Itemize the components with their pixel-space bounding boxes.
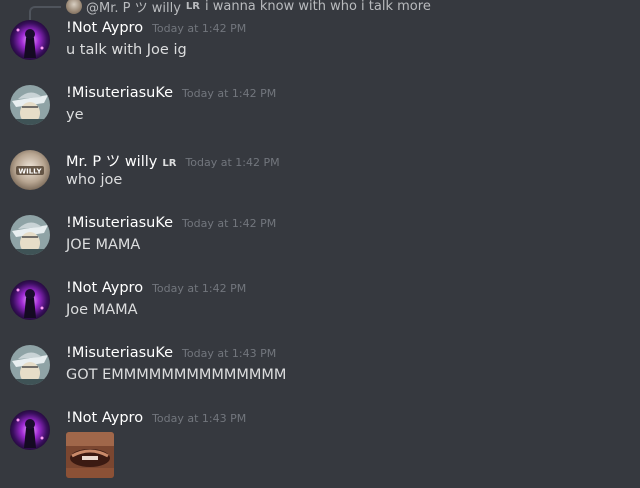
anime-hat-avatar[interactable] [10, 215, 50, 255]
message-text: Joe MAMA [66, 302, 138, 318]
message-author[interactable]: Mr. P ツ willy [66, 150, 157, 171]
reply-text[interactable]: i wanna know with who i talk more [205, 0, 431, 14]
galaxy-avatar[interactable] [10, 280, 50, 320]
image-attachment[interactable] [66, 432, 114, 478]
message: !Not Aypro Today at 1:43 PM [0, 410, 640, 482]
reply-connector [29, 6, 61, 20]
message-author[interactable]: !Not Aypro [66, 410, 143, 426]
message: !Not Aypro Today at 1:42 PM u talk with … [0, 20, 640, 80]
message: WILLY Mr. P ツ willy LR Today at 1:42 PM … [0, 150, 640, 210]
message-timestamp: Today at 1:43 PM [182, 347, 277, 360]
message: !Not Aypro Today at 1:42 PM Joe MAMA [0, 280, 640, 340]
reply-preview[interactable]: @Mr. P ツ willy LR i wanna know with who … [66, 0, 431, 16]
message-text: who joe [66, 172, 123, 188]
reply-avatar[interactable] [66, 0, 82, 14]
message-timestamp: Today at 1:42 PM [182, 87, 277, 100]
willy-avatar[interactable]: WILLY [10, 150, 50, 190]
message-timestamp: Today at 1:42 PM [152, 282, 247, 295]
message-author[interactable]: !MisuteriasuKe [66, 345, 173, 361]
message: !MisuteriasuKe Today at 1:42 PM JOE MAMA [0, 215, 640, 275]
galaxy-avatar[interactable] [10, 20, 50, 60]
message-author[interactable]: !Not Aypro [66, 280, 143, 296]
message-author[interactable]: !MisuteriasuKe [66, 85, 173, 101]
message-author[interactable]: !Not Aypro [66, 20, 143, 36]
message: !MisuteriasuKe Today at 1:42 PM ye [0, 85, 640, 145]
message-text: GOT EMMMMMMMMMMMMMM [66, 367, 287, 383]
message-text: u talk with Joe ig [66, 42, 187, 58]
avatar-label: WILLY [18, 168, 42, 176]
author-tag: LR [162, 158, 177, 169]
message-timestamp: Today at 1:42 PM [182, 217, 277, 230]
anime-hat-avatar[interactable] [10, 345, 50, 385]
message-text: ye [66, 107, 84, 123]
anime-hat-avatar[interactable] [10, 85, 50, 125]
message-timestamp: Today at 1:43 PM [152, 412, 247, 425]
reply-author-tag: LR [185, 0, 200, 12]
message-text: JOE MAMA [66, 237, 141, 253]
message-timestamp: Today at 1:42 PM [152, 22, 247, 35]
galaxy-avatar[interactable] [10, 410, 50, 450]
reply-author[interactable]: @Mr. P ツ willy [86, 0, 181, 16]
message-author[interactable]: !MisuteriasuKe [66, 215, 173, 231]
chat-messages: @Mr. P ツ willy LR i wanna know with who … [0, 0, 640, 488]
message-timestamp: Today at 1:42 PM [185, 156, 280, 169]
message: !MisuteriasuKe Today at 1:43 PM GOT EMMM… [0, 345, 640, 405]
